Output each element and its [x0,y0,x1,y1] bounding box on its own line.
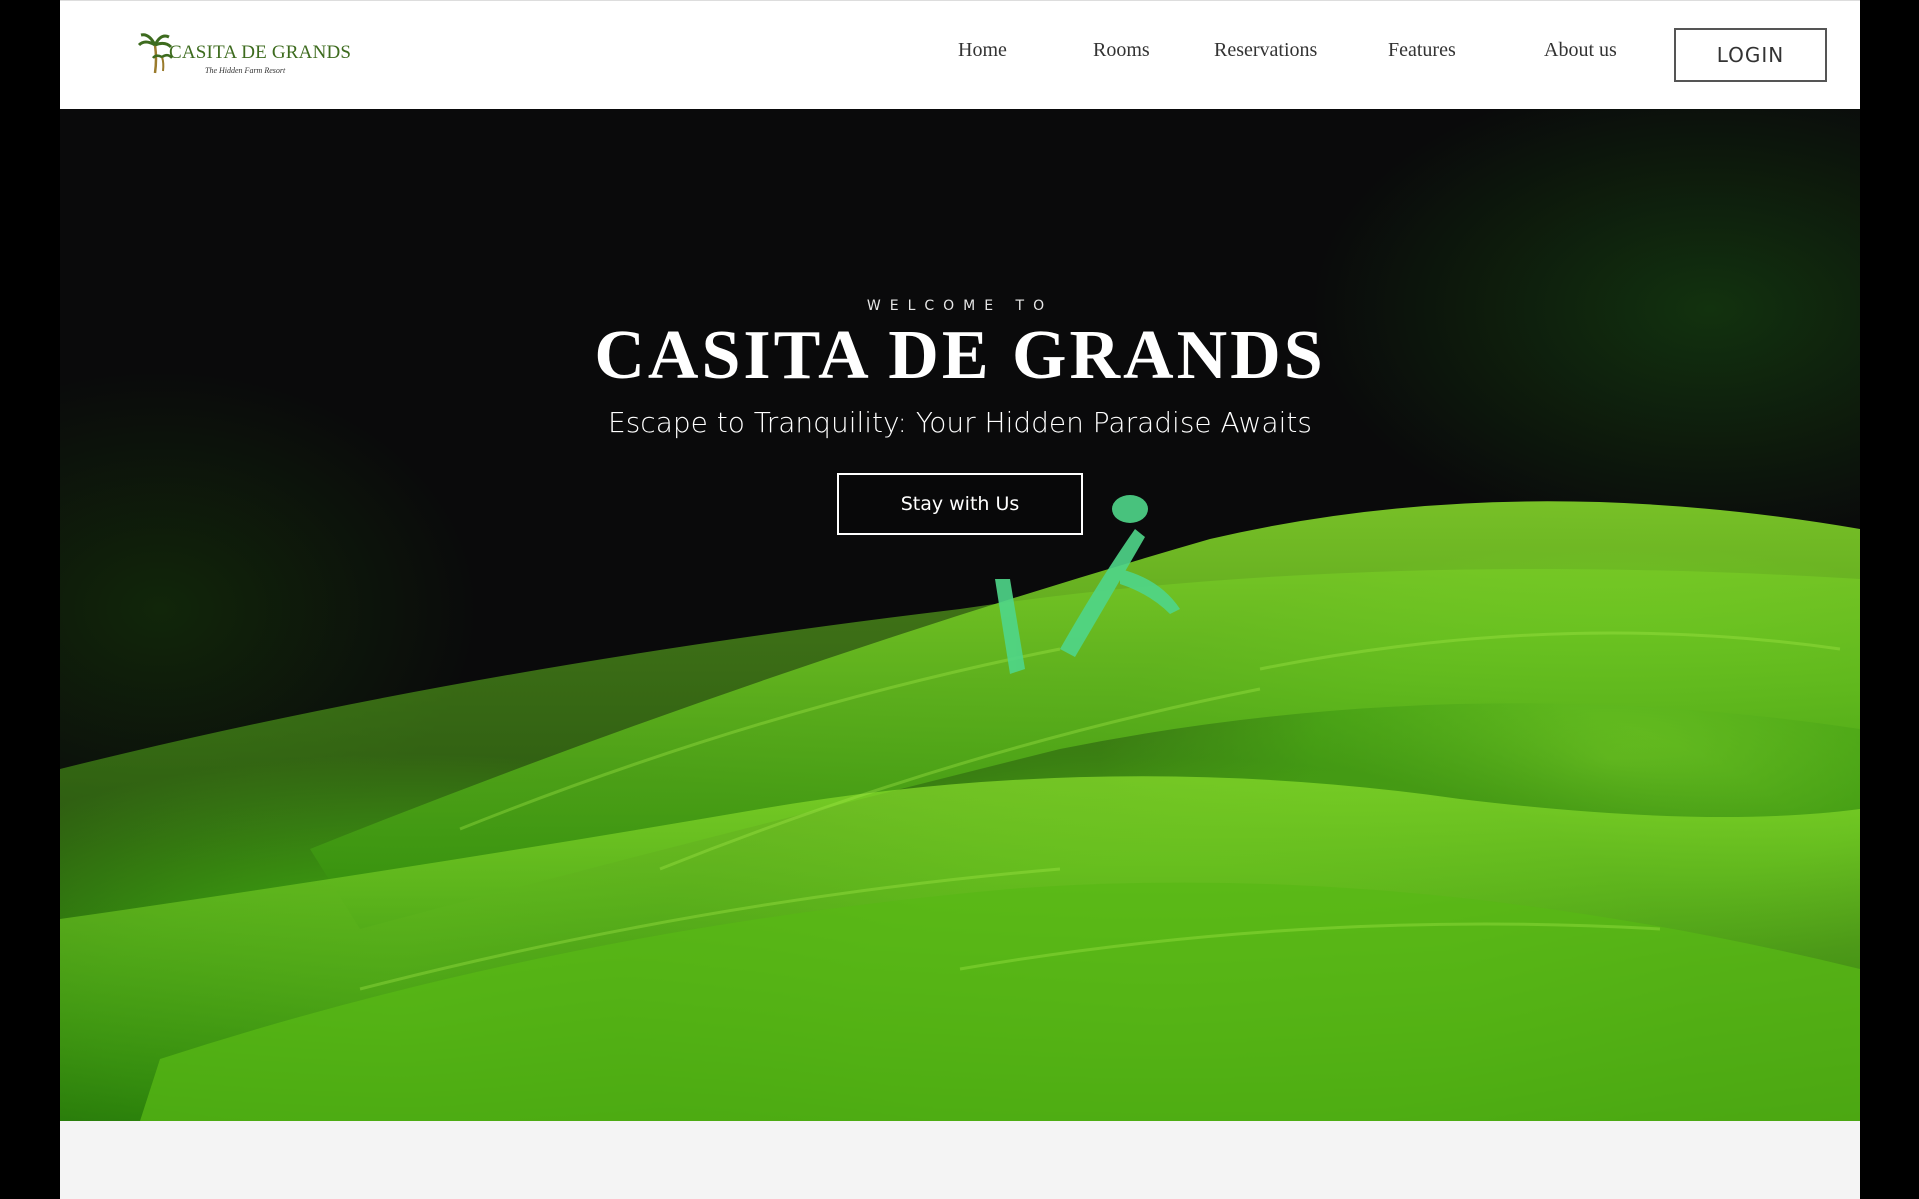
brand-logo[interactable]: CASITA DE GRANDS The Hidden Farm Resort [135,27,351,83]
hero-section: WELCOME TO CASITA DE GRANDS Escape to Tr… [60,109,1860,1121]
nav-reservations[interactable]: Reservations [1214,39,1317,62]
hero-title: CASITA DE GRANDS [594,317,1326,394]
login-button[interactable]: LOGIN [1674,28,1827,82]
nav-about-us[interactable]: About us [1544,39,1617,62]
stay-with-us-button[interactable]: Stay with Us [837,473,1083,535]
brand-tagline: The Hidden Farm Resort [205,66,286,75]
nav-rooms[interactable]: Rooms [1093,39,1150,62]
top-navbar: CASITA DE GRANDS The Hidden Farm Resort … [60,0,1860,109]
hero-background-image [60,495,1860,1121]
page: CASITA DE GRANDS The Hidden Farm Resort … [60,0,1860,1199]
nav-features[interactable]: Features [1388,39,1456,62]
brand-name: CASITA DE GRANDS [169,42,352,63]
nav-home[interactable]: Home [958,39,1007,62]
hero-subtitle: Escape to Tranquility: Your Hidden Parad… [608,406,1312,439]
hero-eyebrow: WELCOME TO [866,298,1054,314]
